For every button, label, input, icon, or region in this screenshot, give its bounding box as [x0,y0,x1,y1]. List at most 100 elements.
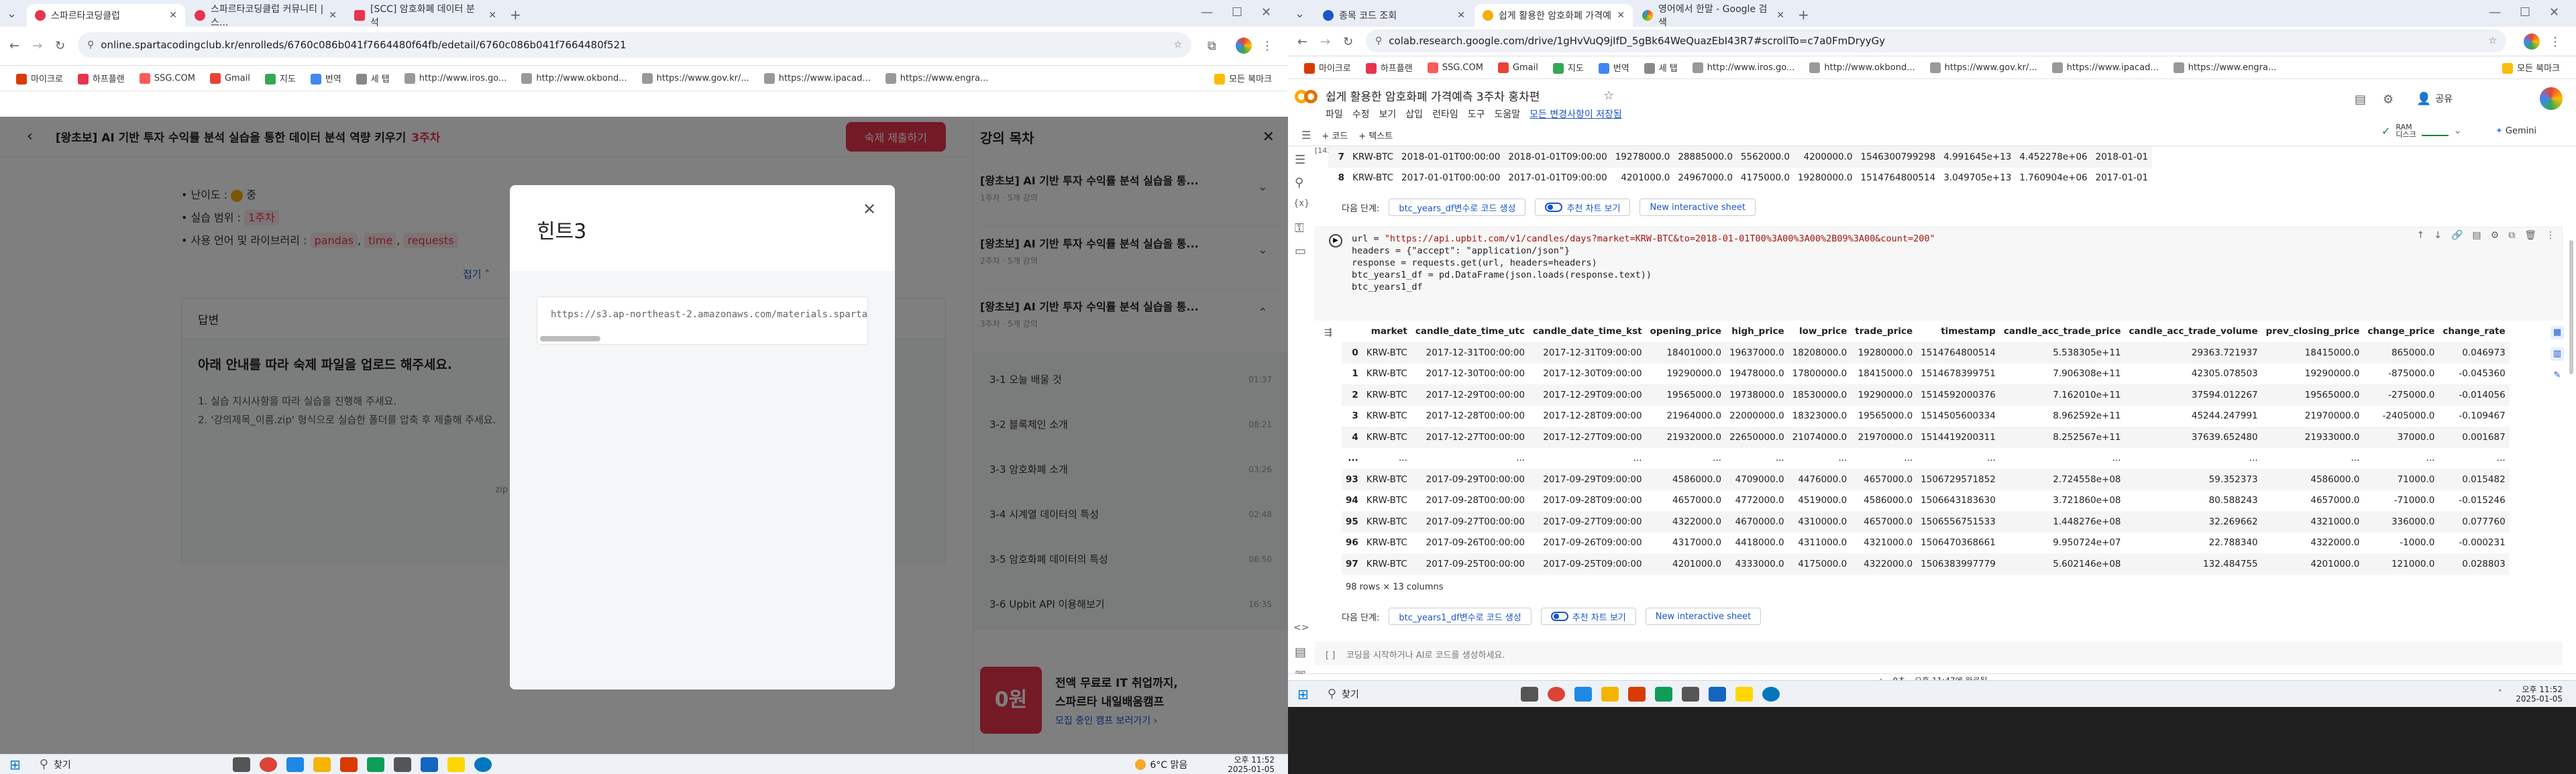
edge-icon[interactable] [474,757,492,772]
maximize-icon[interactable]: ☐ [1232,5,1242,19]
menu-insert[interactable]: 삽입 [1405,107,1423,121]
chrome-icon[interactable] [1547,686,1565,702]
windows-start-icon[interactable]: ⊞ [9,757,21,773]
new-tab-icon[interactable]: + [1798,7,1809,23]
bookmark[interactable]: 마이크로 [1304,61,1351,74]
menu-view[interactable]: 보기 [1379,107,1397,121]
gear-icon[interactable]: ⚙ [2491,230,2500,241]
menu-file[interactable]: 파일 [1326,107,1343,121]
app-icon[interactable] [1681,686,1699,702]
table-icon[interactable]: ▦ [2551,326,2564,339]
colab-logo-icon[interactable] [1295,89,1319,105]
bookmark[interactable]: http://www.okbond... [521,72,627,84]
left-tab-2[interactable]: 스파르타코딩클럽 커뮤니티 | 스... ✕ [186,4,345,28]
edge-icon[interactable] [1762,686,1780,702]
other-bookmarks[interactable]: 모든 북마크 [2502,61,2560,74]
star-icon[interactable]: ☆ [2488,36,2497,46]
menu-icon[interactable]: ⋮ [2549,35,2561,49]
taskbar-search[interactable]: 찾기 [54,758,228,771]
back-icon[interactable]: ← [9,39,19,53]
horizontal-scrollbar[interactable] [540,336,600,341]
recommended-charts-chip[interactable]: 추천 차트 보기 [1535,199,1631,216]
reload-icon[interactable]: ↻ [1343,35,1353,49]
key-icon[interactable]: ⚿ [1295,221,1304,235]
bookmark[interactable]: https://www.gov.kr/... [641,72,749,84]
task-view-icon[interactable] [1520,686,1538,702]
saved-status[interactable]: 모든 변경사항이 저장됨 [1529,107,1622,121]
forward-icon[interactable]: → [1320,35,1330,49]
share-button[interactable]: 👤 공유 [2408,89,2461,109]
vertical-scrollbar[interactable] [2569,240,2573,374]
close-window-icon[interactable]: ✕ [2549,5,2559,19]
bookmark[interactable]: SSG.COM [1427,62,1483,73]
more-icon[interactable]: ⋮ [2546,230,2555,241]
menu-tools[interactable]: 도구 [1468,107,1485,121]
bookmark[interactable]: Gmail [209,72,250,84]
trash-icon[interactable]: 🗑 [2524,230,2536,241]
menu-help[interactable]: 도움말 [1494,107,1520,121]
taskbar-clock[interactable]: 오후 11:52 2025-01-05 [1228,755,1275,774]
move-down-icon[interactable]: ↓ [2434,230,2442,241]
comment-icon[interactable]: ▤ [2472,230,2481,241]
bookmark[interactable]: http://www.okbond... [1809,62,1915,73]
right-tab-1[interactable]: 종목 코드 조회 ✕ [1315,4,1473,27]
edit-icon[interactable]: ✎ [2551,369,2564,382]
bookmark[interactable]: https://www.engra... [2173,62,2276,73]
url-field[interactable]: ⚲ colab.research.google.com/drive/1gHvVu… [1366,30,2506,52]
star-icon[interactable]: ☆ [1173,40,1182,50]
close-icon[interactable]: ✕ [1617,10,1625,21]
close-icon[interactable]: ✕ [169,10,177,21]
other-bookmarks[interactable]: 모든 북마크 [1214,72,1272,85]
close-icon[interactable]: ✕ [1776,10,1784,21]
bookmark[interactable]: https://www.ipacad... [763,72,871,84]
chrome-icon[interactable] [259,757,277,772]
bookmark[interactable]: 하프플랜 [77,72,125,85]
taskbar-clock[interactable]: 오후 11:52 2025-01-05 [2516,685,2563,704]
left-tab-3[interactable]: [SCC] 암호화폐 데이터 분석 ✕ [346,4,504,28]
maximize-icon[interactable]: ☐ [2520,5,2530,19]
app-icon[interactable] [1574,686,1592,702]
empty-code-cell[interactable]: [ ] 코딩을 시작하거나 AI로 코드를 생성하세요. [1315,641,2563,665]
bookmark[interactable]: 세 탭 [356,72,390,85]
folder-icon[interactable] [313,757,331,772]
search-icon[interactable]: ☰ [1301,129,1311,142]
app-icon[interactable] [339,757,358,772]
kakao-icon[interactable] [1735,686,1753,702]
bookmark[interactable]: http://www.iros.go... [1692,62,1794,73]
variables-icon[interactable]: {x} [1293,199,1309,209]
site-info-icon[interactable]: ⚲ [87,40,94,50]
bookmark[interactable]: 지도 [264,72,296,85]
folder-icon[interactable] [1601,686,1619,702]
bookmark[interactable]: 하프플랜 [1365,61,1413,74]
bookmark[interactable]: 번역 [310,72,341,85]
site-info-icon[interactable]: ⚲ [1375,36,1382,46]
bookmark[interactable]: 번역 [1598,61,1629,74]
close-window-icon[interactable]: ✕ [1261,5,1271,19]
profile-avatar[interactable] [1236,38,1252,54]
app-icon[interactable] [1708,686,1726,702]
link-icon[interactable]: 🔗 [2451,230,2463,241]
right-tab-3[interactable]: 영어에서 한말 - Google 검색 ✕ [1634,4,1792,28]
move-up-icon[interactable]: ↑ [2417,230,2425,241]
extensions-icon[interactable]: ⧉ [1208,39,1216,53]
close-icon[interactable]: ✕ [329,10,337,21]
bookmark[interactable]: https://www.ipacad... [2051,62,2159,73]
app-icon[interactable] [1654,686,1672,702]
left-tab-1[interactable]: 스파르타코딩클럽 ✕ [27,4,185,27]
runtime-status[interactable]: ✓ RAM 디스크 ⌄ [2381,123,2462,138]
menu-runtime[interactable]: 런타임 [1432,107,1458,121]
hint-code-block[interactable]: https://s3.ap-northeast-2.amazonaws.com/… [537,296,868,345]
reload-icon[interactable]: ↻ [55,39,65,53]
close-icon[interactable]: ✕ [1457,10,1465,21]
right-tab-2[interactable]: 쉽게 활용한 암호화폐 가격예측 3주차 홍차편 ✕ [1474,4,1633,27]
url-field[interactable]: ⚲ online.spartacodingclub.kr/enrolleds/6… [78,32,1191,58]
bookmark[interactable]: http://www.iros.go... [404,72,506,84]
gemini-button[interactable]: ✦ Gemini [2496,126,2536,136]
mirror-icon[interactable]: ⧉ [2508,230,2515,241]
app-icon[interactable] [393,757,411,772]
close-icon[interactable]: ✕ [488,10,496,21]
bookmark[interactable]: 마이크로 [16,72,63,85]
output-actions-icon[interactable]: ⇶ [1324,327,1332,338]
bookmark[interactable]: https://www.gov.kr/... [1929,62,2037,73]
command-palette-icon[interactable]: ▤ [1295,645,1306,659]
